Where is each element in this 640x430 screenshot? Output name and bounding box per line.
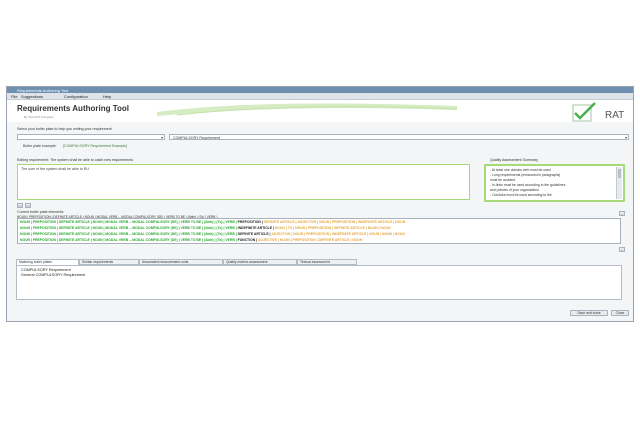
app-subtitle: By The RAT Company [24, 115, 54, 119]
save-and-close-button[interactable]: Save and close [570, 310, 608, 316]
quality-scrollbar[interactable] [616, 167, 622, 199]
close-button[interactable]: Close [611, 310, 629, 316]
pending-elements: ADJECTIVE | NOUN | PREPOSITION | DEFINIT… [257, 238, 363, 242]
matched-elements: NOUN | PREPOSITION | DEFINITE ARTICLE | … [20, 232, 237, 236]
elements-row[interactable]: NOUN | PREPOSITION | DEFINITE ARTICLE | … [20, 220, 405, 224]
rat-logo: RAT [569, 102, 625, 122]
header-banner: Requirements Authoring Tool By The RAT C… [7, 100, 633, 122]
forward-button[interactable]: >> [25, 203, 31, 208]
current-element: DEFINITE ARTICLE | [236, 232, 271, 236]
checkmark-icon: RAT [572, 102, 624, 122]
menu-bar: File Suggestions Configuration Help [7, 93, 633, 100]
current-element: FUNCTION | [236, 238, 258, 242]
combo-value: COMPULSORY Requirement [173, 135, 221, 140]
pending-elements: NOUN | TO | NOUN | PREPOSITION | DEFINIT… [273, 226, 391, 230]
current-element: PREPOSITION | [236, 220, 263, 224]
app-window: Requirements Authoring Tool File Suggest… [6, 86, 634, 322]
requirement-editor[interactable]: The user of the system shall be able to … [17, 164, 470, 200]
back-button[interactable]: << [17, 203, 23, 208]
expand-button[interactable]: + [619, 247, 625, 252]
expand-button[interactable]: + [619, 211, 625, 216]
banner-swoosh [157, 103, 457, 116]
list-item[interactable]: General COMPULSORY Requirement [21, 273, 85, 277]
chevron-down-icon: ▾ [624, 135, 627, 140]
quality-line: must be avoided [490, 178, 515, 182]
list-item[interactable]: COMPULSORY Requirement [21, 268, 71, 272]
editor-label: Editing requirement: The system shall be… [17, 158, 133, 162]
elements-row[interactable]: NOUN | PREPOSITION | DEFINITE ARTICLE | … [20, 232, 405, 236]
matching-boilerplates-list: COMPULSORY Requirement General COMPULSOR… [16, 265, 622, 300]
menu-file[interactable]: File [11, 94, 17, 99]
elements-row[interactable]: NOUN | PREPOSITION | DEFINITE ARTICLE | … [20, 226, 391, 230]
boilerplate-category-combo[interactable]: ▾ [17, 134, 165, 140]
menu-suggestions[interactable]: Suggestions [21, 94, 43, 99]
boilerplate-select-label: Select your boiler plate to help you wri… [17, 127, 112, 131]
quality-line: - Long requirements (measured in paragra… [490, 173, 561, 177]
boilerplate-elements-list[interactable]: NOUN | PREPOSITION | DEFINITE ARTICLE | … [17, 218, 621, 244]
boilerplate-combo[interactable]: COMPULSORY Requirement ▾ [169, 134, 629, 140]
pending-elements: ADJECTIVE | NOUN | PREPOSITION | INDEFIN… [270, 232, 405, 236]
quality-line: - In-links must be used according to the… [490, 183, 566, 187]
quality-line: and policies of your organization [490, 188, 539, 192]
window-title: Requirements Authoring Tool [17, 87, 69, 93]
current-element: INDEFINITE ARTICLE | [236, 226, 274, 230]
menu-help[interactable]: Help [103, 94, 111, 99]
logo-text: RAT [605, 110, 624, 121]
quality-summary[interactable]: - At least one domain verb must be used … [484, 164, 625, 202]
matched-elements: NOUN | PREPOSITION | DEFINITE ARTICLE | … [20, 226, 237, 230]
example-value: [COMPULSORY Requirement Example] [63, 144, 127, 148]
pending-elements: DEFINITE ARTICLE | ADJECTIVE | NOUN | PR… [262, 220, 406, 224]
quality-line: - At least one domain verb must be used [490, 168, 551, 172]
scroll-thumb[interactable] [617, 169, 621, 178]
matched-elements: NOUN | PREPOSITION | DEFINITE ARTICLE | … [20, 238, 237, 242]
quality-line: - Out-links must be used according to th… [490, 193, 552, 197]
elements-row[interactable]: NOUN | PREPOSITION | DEFINITE ARTICLE | … [20, 238, 362, 242]
requirement-text: The user of the system shall be able to … [21, 167, 89, 171]
menu-configuration[interactable]: Configuration [64, 94, 88, 99]
matched-elements: NOUN | PREPOSITION | DEFINITE ARTICLE | … [20, 220, 237, 224]
quality-title: Quality Assessment Summary [490, 158, 538, 162]
chevron-down-icon: ▾ [160, 135, 163, 140]
example-label: Boiler plate example: [23, 144, 57, 148]
app-title: Requirements Authoring Tool [17, 104, 129, 113]
elements-label: Current boiler plate elements: [17, 210, 65, 214]
